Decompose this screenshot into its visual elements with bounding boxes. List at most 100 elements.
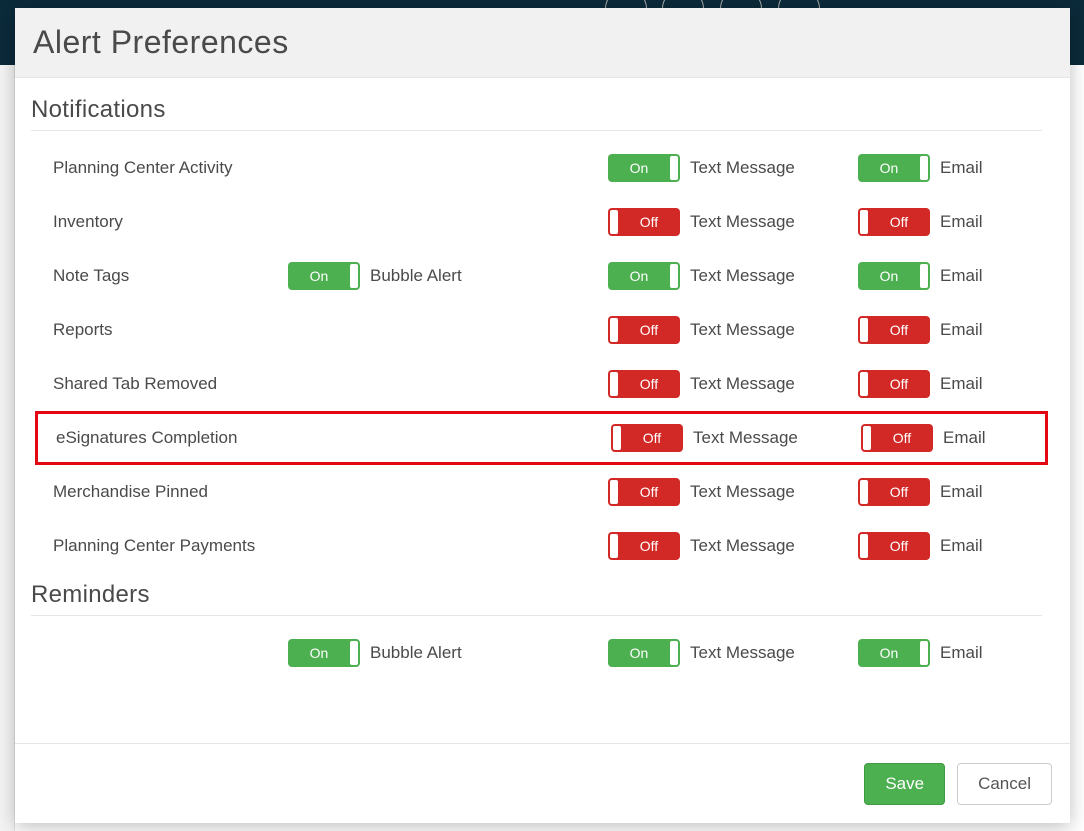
dialog-scroll-area[interactable]: Notifications Planning Center Activity On T… [15,78,1070,743]
toggle-email[interactable]: Off [858,478,930,506]
toggle-state-label: Off [608,538,680,554]
email-label: Email [940,643,983,663]
bubble-alert-label: Bubble Alert [370,266,462,286]
email-label: Email [940,158,983,178]
toggle-cell-email: On Email [858,262,1042,290]
toggle-handle [350,641,358,665]
toggle-text-message[interactable]: On [608,154,680,182]
toggle-handle [610,480,618,504]
toggle-handle [920,641,928,665]
toggle-cell-email: Off Email [858,316,1042,344]
cancel-button[interactable]: Cancel [957,763,1052,805]
email-label: Email [940,482,983,502]
toggle-handle [860,318,868,342]
text-message-label: Text Message [690,482,795,502]
toggle-state-label: Off [611,430,683,446]
toggle-handle [860,210,868,234]
toggle-state-label: Off [858,484,930,500]
toggle-handle [860,480,868,504]
preference-row: Reports Off Text Message Off Email [31,303,1042,357]
toggle-text-message[interactable]: Off [608,370,680,398]
toggle-handle [350,264,358,288]
toggle-handle [860,534,868,558]
toggle-handle [610,318,618,342]
preference-row: Merchandise Pinned Off Text Message Off Emai… [31,465,1042,519]
toggle-text-message[interactable]: On [608,639,680,667]
text-message-label: Text Message [690,320,795,340]
dialog-footer: Save Cancel [15,743,1070,823]
toggle-email[interactable]: Off [858,208,930,236]
toggle-email[interactable]: On [858,262,930,290]
preference-name: Planning Center Activity [53,158,288,178]
toggle-state-label: Off [858,376,930,392]
toggle-state-label: Off [608,214,680,230]
toggle-email[interactable]: On [858,639,930,667]
toggle-state-label: Off [858,322,930,338]
alert-preferences-dialog: Alert Preferences Notifications Planning … [15,8,1070,823]
save-button[interactable]: Save [864,763,945,805]
email-label: Email [943,428,986,448]
toggle-text-message[interactable]: On [608,262,680,290]
text-message-label: Text Message [690,158,795,178]
toggle-cell-text-message: On Text Message [608,154,858,182]
preference-row: Planning Center Payments OffText MessageO… [31,519,1042,573]
email-label: Email [940,266,983,286]
toggle-cell-email: On Email [858,154,1042,182]
toggle-email[interactable]: Off [861,424,933,452]
toggle-cell-text-message: Off Text Message [608,316,858,344]
dialog-header: Alert Preferences [15,8,1070,78]
toggle-cell-email: On Email [858,639,1042,667]
text-message-label: Text Message [690,266,795,286]
toggle-handle [863,426,871,450]
email-label: Email [940,320,983,340]
text-message-label: Text Message [690,643,795,663]
toggle-cell-email: Off Email [861,424,1045,452]
text-message-label: Text Message [690,212,795,232]
preference-name: Inventory [53,212,288,232]
preference-name: Reports [53,320,288,340]
toggle-bubble-alert[interactable]: On [288,639,360,667]
toggle-handle [670,156,678,180]
toggle-state-label: Off [861,430,933,446]
toggle-handle [610,372,618,396]
toggle-cell-text-message: OffText Message [608,532,858,560]
email-label: Email [940,374,983,394]
toggle-handle [860,372,868,396]
preference-row: Note TagsOnBubble AlertOnText MessageOnE… [31,249,1042,303]
toggle-cell-email: OffEmail [858,532,1042,560]
toggle-handle [670,641,678,665]
dialog-title: Alert Preferences [33,24,289,61]
preference-row: OnBubble AlertOnText MessageOnEmail [31,626,1042,680]
toggle-handle [610,210,618,234]
toggle-text-message[interactable]: Off [608,316,680,344]
toggle-text-message[interactable]: Off [608,208,680,236]
toggle-bubble-alert[interactable]: On [288,262,360,290]
toggle-state-label: Off [858,538,930,554]
preference-row: Inventory Off Text Message Off Email [31,195,1042,249]
toggle-email[interactable]: Off [858,370,930,398]
toggle-cell-bubble-alert: OnBubble Alert [288,639,608,667]
preference-name: eSignatures Completion [56,428,291,448]
toggle-text-message[interactable]: Off [608,478,680,506]
preference-name: Merchandise Pinned [53,482,288,502]
toggle-email[interactable]: On [858,154,930,182]
toggle-cell-text-message: Off Text Message [608,370,858,398]
text-message-label: Text Message [693,428,798,448]
preference-name: Planning Center Payments [53,536,288,556]
preference-row: Planning Center ActivityOnText MessageOn… [31,141,1042,195]
text-message-label: Text Message [690,374,795,394]
toggle-cell-text-message: Off Text Message [608,208,858,236]
toggle-text-message[interactable]: Off [611,424,683,452]
email-label: Email [940,212,983,232]
toggle-handle [920,264,928,288]
toggle-handle [670,264,678,288]
toggle-email[interactable]: Off [858,316,930,344]
toggle-handle [613,426,621,450]
section-header: Notifications [31,88,1042,131]
toggle-email[interactable]: Off [858,532,930,560]
toggle-cell-email: Off Email [858,370,1042,398]
toggle-cell-bubble-alert: On Bubble Alert [288,262,608,290]
background-sidebar-sliver [0,65,15,831]
toggle-cell-text-message: Off Text Message [611,424,861,452]
toggle-text-message[interactable]: Off [608,532,680,560]
